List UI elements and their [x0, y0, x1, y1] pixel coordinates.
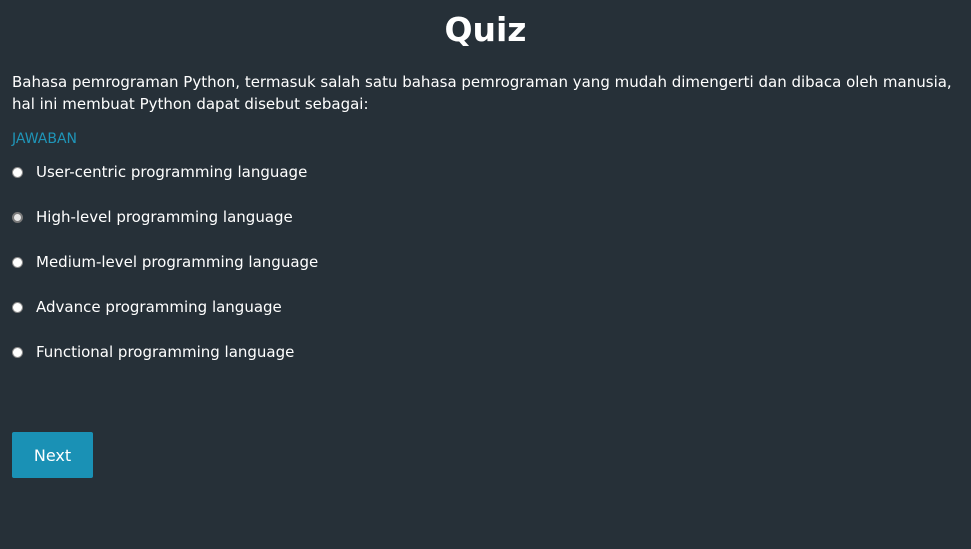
answer-section-label: JAWABAN	[12, 131, 78, 147]
question-text: Bahasa pemrograman Python, termasuk sala…	[12, 73, 952, 113]
answer-option-label[interactable]: User-centric programming language	[36, 160, 307, 185]
radio-button[interactable]	[12, 302, 23, 313]
answer-options-list: User-centric programming language High-l…	[12, 160, 318, 385]
page-title: Quiz	[444, 10, 527, 49]
answer-option[interactable]: High-level programming language	[12, 205, 318, 230]
radio-button[interactable]	[12, 167, 23, 178]
radio-button[interactable]	[12, 212, 23, 223]
answer-option-label[interactable]: Functional programming language	[36, 340, 294, 365]
answer-option[interactable]: Medium-level programming language	[12, 250, 318, 275]
answer-option-label[interactable]: Advance programming language	[36, 295, 282, 320]
radio-button[interactable]	[12, 347, 23, 358]
answer-option[interactable]: Functional programming language	[12, 340, 318, 365]
answer-option[interactable]: Advance programming language	[12, 295, 318, 320]
next-button[interactable]: Next	[12, 432, 93, 478]
answer-option-label[interactable]: Medium-level programming language	[36, 250, 318, 275]
answer-option-label[interactable]: High-level programming language	[36, 205, 293, 230]
radio-button[interactable]	[12, 257, 23, 268]
answer-option[interactable]: User-centric programming language	[12, 160, 318, 185]
